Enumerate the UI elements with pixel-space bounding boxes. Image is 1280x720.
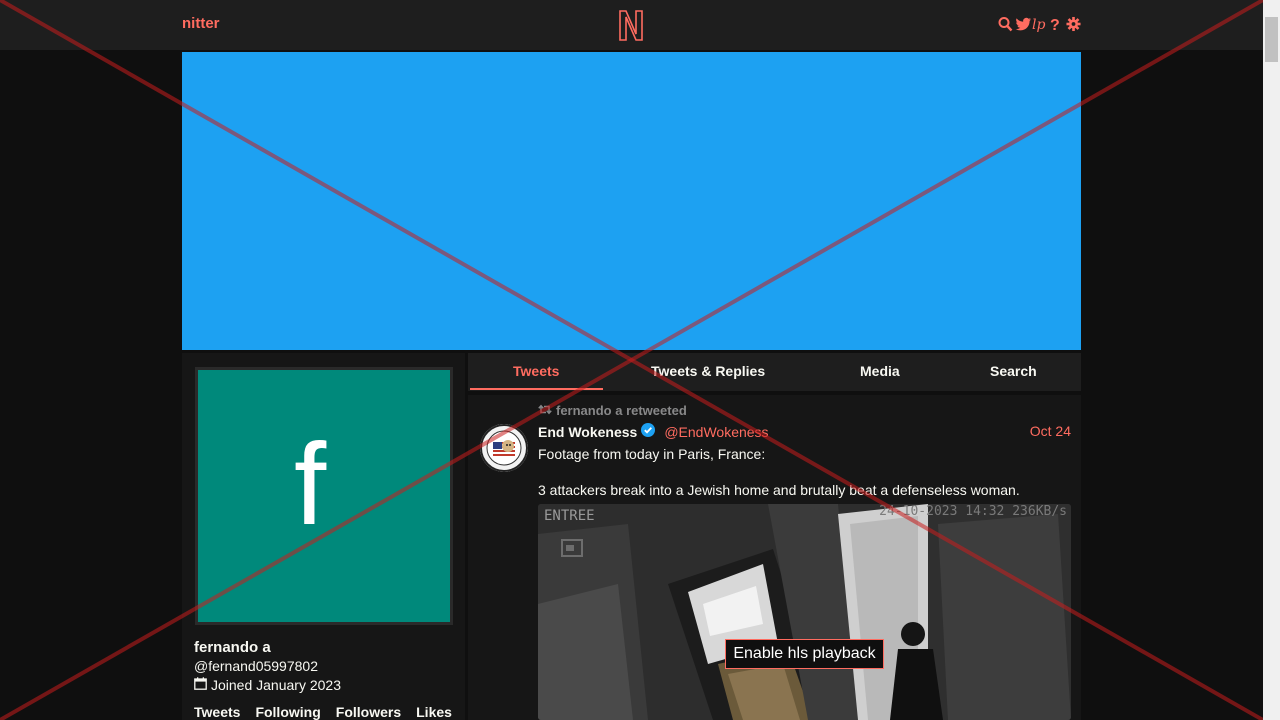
tweet-author-name[interactable]: End Wokeness: [538, 424, 637, 440]
avatar-frame: f: [195, 367, 453, 625]
svg-text:lp: lp: [1032, 17, 1045, 32]
verified-badge-icon: [641, 423, 656, 440]
svg-text:?: ?: [1050, 17, 1060, 32]
stat-tweets[interactable]: Tweets: [194, 704, 240, 720]
settings-icon[interactable]: [1066, 16, 1081, 34]
bird-icon[interactable]: [1015, 16, 1031, 34]
retweet-icon: [538, 403, 552, 418]
tab-search[interactable]: Search: [990, 363, 1037, 379]
calendar-icon: [194, 677, 207, 693]
tab-media[interactable]: Media: [860, 363, 900, 379]
stat-followers[interactable]: Followers: [336, 704, 401, 720]
tweet-author-handle[interactable]: @EndWokeness: [664, 424, 768, 440]
enable-hls-playback-button[interactable]: Enable hls playback: [725, 639, 884, 669]
top-navbar: nitter lp ?: [0, 0, 1263, 50]
retweet-header: fernando a retweeted: [538, 403, 687, 418]
tab-tweets-replies[interactable]: Tweets & Replies: [651, 363, 765, 379]
tweet-paragraph: 3 attackers break into a Jewish home and…: [538, 482, 1020, 498]
timeline-tabs: Tweets Tweets & Replies Media Search: [468, 353, 1081, 391]
video-thumbnail: [538, 504, 1071, 720]
profile-fullname[interactable]: fernando a: [194, 639, 271, 656]
tweet-author: End Wokeness @EndWokeness: [538, 423, 769, 440]
profile-username[interactable]: @fernand05997802: [194, 658, 318, 674]
active-tab-indicator: [470, 388, 603, 390]
profile-joined-text: Joined January 2023: [211, 677, 341, 693]
avatar[interactable]: f: [198, 370, 450, 622]
avatar-letter: f: [294, 419, 327, 549]
cctv-timestamp: 24-10-2023 14:32 236KB/s: [879, 504, 1067, 519]
retweet-label[interactable]: fernando a retweeted: [556, 403, 687, 418]
nitter-logo-icon: [619, 10, 643, 41]
tweet-date[interactable]: Oct 24: [1030, 423, 1071, 439]
nitter-home-link[interactable]: nitter: [182, 15, 220, 32]
search-icon[interactable]: [998, 16, 1013, 34]
profile-banner[interactable]: [182, 52, 1081, 350]
stat-likes[interactable]: Likes: [416, 704, 452, 720]
scrollbar-thumb[interactable]: [1265, 17, 1278, 62]
tweet-video[interactable]: ENTREE 24-10-2023 14:32 236KB/s Enable h…: [538, 504, 1071, 720]
nitter-logo[interactable]: [617, 8, 645, 46]
profile-card: f fernando a @fernand05997802 Joined Jan…: [182, 353, 465, 720]
lp-icon[interactable]: lp: [1032, 16, 1047, 34]
tab-tweets[interactable]: Tweets: [513, 363, 559, 379]
page-scrollbar[interactable]: [1263, 0, 1280, 720]
timeline: fernando a retweeted End Wokeness @EndWo…: [468, 395, 1081, 720]
cctv-label: ENTREE: [544, 508, 595, 524]
profile-stats: Tweets Following Followers Likes: [194, 704, 452, 720]
tweet-paragraph: Footage from today in Paris, France:: [538, 446, 766, 462]
help-icon[interactable]: ?: [1049, 16, 1064, 34]
seal-avatar-icon: [480, 424, 528, 472]
tweet-author-avatar[interactable]: [480, 424, 528, 472]
nav-icons: lp ?: [998, 16, 1081, 34]
profile-joined: Joined January 2023: [194, 677, 341, 693]
stat-following[interactable]: Following: [255, 704, 320, 720]
